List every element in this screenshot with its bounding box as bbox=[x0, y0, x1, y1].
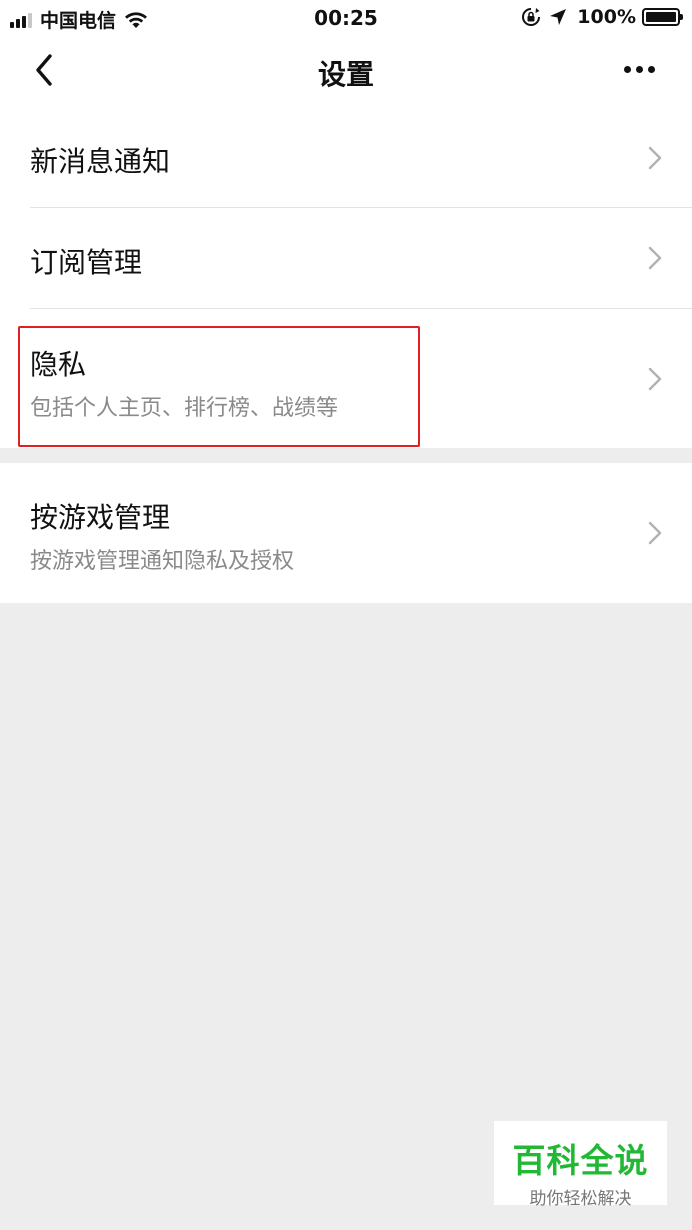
page-title: 设置 bbox=[317, 58, 374, 91]
watermark-logo: 百科全说 助你轻松解决 bbox=[494, 1121, 667, 1209]
watermark-title: 百科全说 bbox=[512, 1141, 649, 1180]
chevron-right-icon bbox=[648, 367, 662, 391]
settings-group-game: 按游戏管理 按游戏管理通知隐私及授权 bbox=[0, 463, 692, 603]
battery-icon bbox=[642, 8, 683, 26]
settings-item-game-management[interactable]: 按游戏管理 按游戏管理通知隐私及授权 bbox=[0, 463, 692, 603]
more-dots-icon bbox=[623, 65, 631, 73]
settings-item-label: 订阅管理 bbox=[30, 246, 143, 279]
chevron-right-icon bbox=[648, 521, 662, 545]
location-arrow-icon bbox=[550, 9, 567, 25]
settings-item-new-message-notification[interactable]: 新消息通知 bbox=[0, 108, 692, 208]
settings-item-privacy[interactable]: 隐私 包括个人主页、排行榜、战绩等 bbox=[0, 309, 692, 448]
status-bar: 中国电信 00:25 100% bbox=[0, 0, 692, 36]
settings-item-description: 包括个人主页、排行榜、战绩等 bbox=[30, 396, 339, 421]
settings-item-description: 按游戏管理通知隐私及授权 bbox=[30, 549, 295, 574]
settings-item-label: 隐私 bbox=[30, 348, 87, 381]
settings-item-label: 新消息通知 bbox=[30, 145, 171, 178]
more-options-button[interactable] bbox=[614, 54, 664, 84]
navigation-bar: 设置 bbox=[0, 36, 692, 108]
settings-group: 新消息通知 订阅管理 隐私 包括个人主页、排行榜、战绩等 bbox=[0, 108, 692, 448]
header: 中国电信 00:25 100% 设置 bbox=[0, 0, 692, 108]
battery-percentage: 100% bbox=[577, 6, 636, 28]
settings-item-label: 按游戏管理 bbox=[30, 501, 171, 534]
chevron-right-icon bbox=[648, 146, 662, 170]
chevron-right-icon bbox=[648, 246, 662, 270]
watermark-subtitle: 助你轻松解决 bbox=[529, 1189, 632, 1209]
settings-item-subscription-management[interactable]: 订阅管理 bbox=[0, 208, 692, 308]
status-right: 100% bbox=[521, 6, 683, 28]
rotation-lock-icon bbox=[522, 8, 541, 26]
